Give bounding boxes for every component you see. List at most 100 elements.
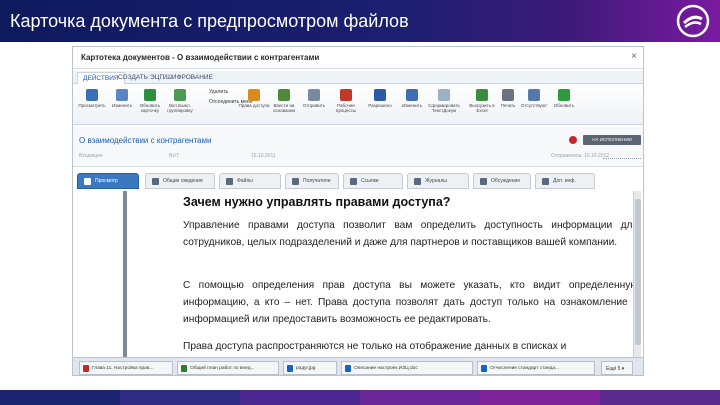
preview-heading: Зачем нужно управлять правами доступа? <box>183 195 451 209</box>
preview-scrollbar[interactable] <box>633 191 641 359</box>
document-header: О взаимодействии с контрагентами НА ИСПО… <box>73 127 643 167</box>
tab-item[interactable]: Файлы <box>219 173 281 189</box>
toolbar-button-view[interactable]: Просмотреть <box>77 89 107 123</box>
view-icon <box>86 89 98 101</box>
logo-icon <box>676 4 710 38</box>
file-name: Описание настроек ИЗЦ.doc <box>354 366 418 371</box>
file-icon <box>481 365 487 372</box>
toolbar-button-send[interactable]: Отправить <box>299 89 329 123</box>
toolbar-button-label: Отсутствуют <box>520 103 548 108</box>
file-name: Общий план работ по внед... <box>190 366 255 371</box>
meta-date: 16.10.2011 <box>251 153 276 159</box>
ribbon-tabs: ДЕЙСТВИЯ СОЗДАТЬ ЭЦП/ШИФРОВАНИЕ <box>73 71 643 84</box>
file-list-bar: Ещё 5 ▾ Глава 11. Настройка прав... Общий… <box>73 357 643 375</box>
workflow-icon <box>340 89 352 101</box>
rights-icon <box>248 89 260 101</box>
toolbar-button-label: Разрешено <box>368 103 392 108</box>
footer-stripe <box>480 390 600 405</box>
toolbar-button-change[interactable]: Изменить <box>397 89 427 123</box>
ribbon-tab-signature[interactable]: ЭЦП/ШИФРОВАНИЕ <box>145 72 218 84</box>
toolbar-button-allowed[interactable]: Разрешено <box>365 89 395 123</box>
allowed-icon <box>374 89 386 101</box>
document-title: О взаимодействии с контрагентами <box>79 136 212 145</box>
close-icon[interactable]: × <box>631 51 637 62</box>
tab-icon <box>542 178 549 185</box>
delete-button[interactable]: Удалить <box>209 89 228 95</box>
scrollbar-thumb[interactable] <box>635 199 641 345</box>
tab-item[interactable]: Доп. инф. <box>535 173 595 189</box>
refresh-icon <box>144 89 156 101</box>
window-titlebar: Картотека документов - О взаимодействии … <box>73 47 643 69</box>
slide-header: Карточка документа с предпросмотром файл… <box>0 0 720 42</box>
file-item[interactable]: радуг.jpg <box>283 361 337 375</box>
absent-icon <box>528 89 540 101</box>
file-name: Отчисление стандарт станда... <box>490 366 560 371</box>
preview-paragraph-1: Управление правами доступа позволит вам … <box>183 220 638 249</box>
footer-stripe <box>360 390 480 405</box>
toolbar-button-rights[interactable]: Права доступа <box>238 89 270 123</box>
tab-icon <box>84 178 91 185</box>
update-icon <box>558 89 570 101</box>
tab-icon <box>226 178 233 185</box>
tab-item[interactable]: Ссылки <box>343 173 403 189</box>
file-icon <box>287 365 293 372</box>
toolbar-button-update[interactable]: Обновить <box>549 89 579 123</box>
change-icon <box>406 89 418 101</box>
print-icon <box>502 89 514 101</box>
meta-number: Вх/7 <box>169 153 179 159</box>
footer-stripe <box>120 390 240 405</box>
toolbar-button-label: Изменить <box>401 103 423 108</box>
tab-item[interactable]: Журналы <box>407 173 469 189</box>
footer-stripe <box>240 390 360 405</box>
tab-icon <box>292 178 299 185</box>
toolbar: Удалить Отсоединить меня Просмотреть Изме… <box>73 85 643 125</box>
tab-label: Файлы <box>237 178 253 184</box>
tab-icon <box>414 178 421 185</box>
toolbar-button-base[interactable]: Ввести на основании <box>269 89 299 123</box>
tab-preview[interactable]: Просмотр <box>77 173 139 189</box>
toolbar-button-group[interactable]: Вкл./выкл. группировку <box>165 89 195 123</box>
toolbar-button-absent[interactable]: Отсутствуют <box>519 89 549 123</box>
group-icon <box>174 89 186 101</box>
toolbar-button-form[interactable]: Сформировать ТекстДокум <box>428 89 460 123</box>
toolbar-button-label: Обновить <box>553 103 575 108</box>
file-item[interactable]: Отчисление стандарт станда... <box>477 361 595 375</box>
form-icon <box>438 89 450 101</box>
tab-icon <box>350 178 357 185</box>
tab-label: Просмотр <box>95 178 118 184</box>
toolbar-button-label: Права доступа <box>238 103 270 108</box>
toolbar-button-label: Просмотреть <box>78 103 106 108</box>
file-name: Глава 11. Настройка прав... <box>92 366 154 371</box>
tab-label: Журналы <box>425 178 447 184</box>
toolbar-button-label: Отправить <box>302 103 326 108</box>
excel-icon <box>476 89 488 101</box>
file-name: радуг.jpg <box>296 366 316 371</box>
tab-label: Доп. инф. <box>553 178 576 184</box>
file-item[interactable]: Глава 11. Настройка прав... <box>79 361 173 375</box>
file-item[interactable]: Описание настроек ИЗЦ.doc <box>341 361 473 375</box>
tab-icon <box>152 178 159 185</box>
tab-item[interactable]: Обсуждение <box>473 173 531 189</box>
edit-icon <box>116 89 128 101</box>
more-files-button[interactable]: Ещё 5 ▾ <box>601 361 633 375</box>
preview-left-border <box>123 191 127 359</box>
footer-stripe <box>600 390 720 405</box>
app-window: Картотека документов - О взаимодействии … <box>72 46 644 376</box>
status-button[interactable]: НА ИСПОЛНЕНИИ <box>583 135 641 145</box>
file-item[interactable]: Общий план работ по внед... <box>177 361 279 375</box>
file-icon <box>83 365 89 372</box>
toolbar-button-workflow[interactable]: Рабочие процессы <box>331 89 361 123</box>
tab-item[interactable]: Общие сведения <box>145 173 215 189</box>
base-icon <box>278 89 290 101</box>
preview-paragraph-2: С помощью определения прав доступа вы мо… <box>183 280 638 326</box>
toolbar-button-refresh[interactable]: Обновить карточку <box>135 89 165 123</box>
toolbar-button-label: Сформировать ТекстДокум <box>428 103 460 113</box>
meta-sender: Отправитель: 16.10.2012 <box>551 153 610 159</box>
toolbar-button-label: Вкл./выкл. группировку <box>167 103 193 113</box>
file-preview: Зачем нужно управлять правами доступа? У… <box>123 191 641 359</box>
toolbar-button-label: Обновить карточку <box>139 103 161 113</box>
tab-item[interactable]: Получатели <box>285 173 339 189</box>
footer-stripe <box>0 390 120 405</box>
footer-stripes <box>0 390 720 405</box>
file-icon <box>345 365 351 372</box>
